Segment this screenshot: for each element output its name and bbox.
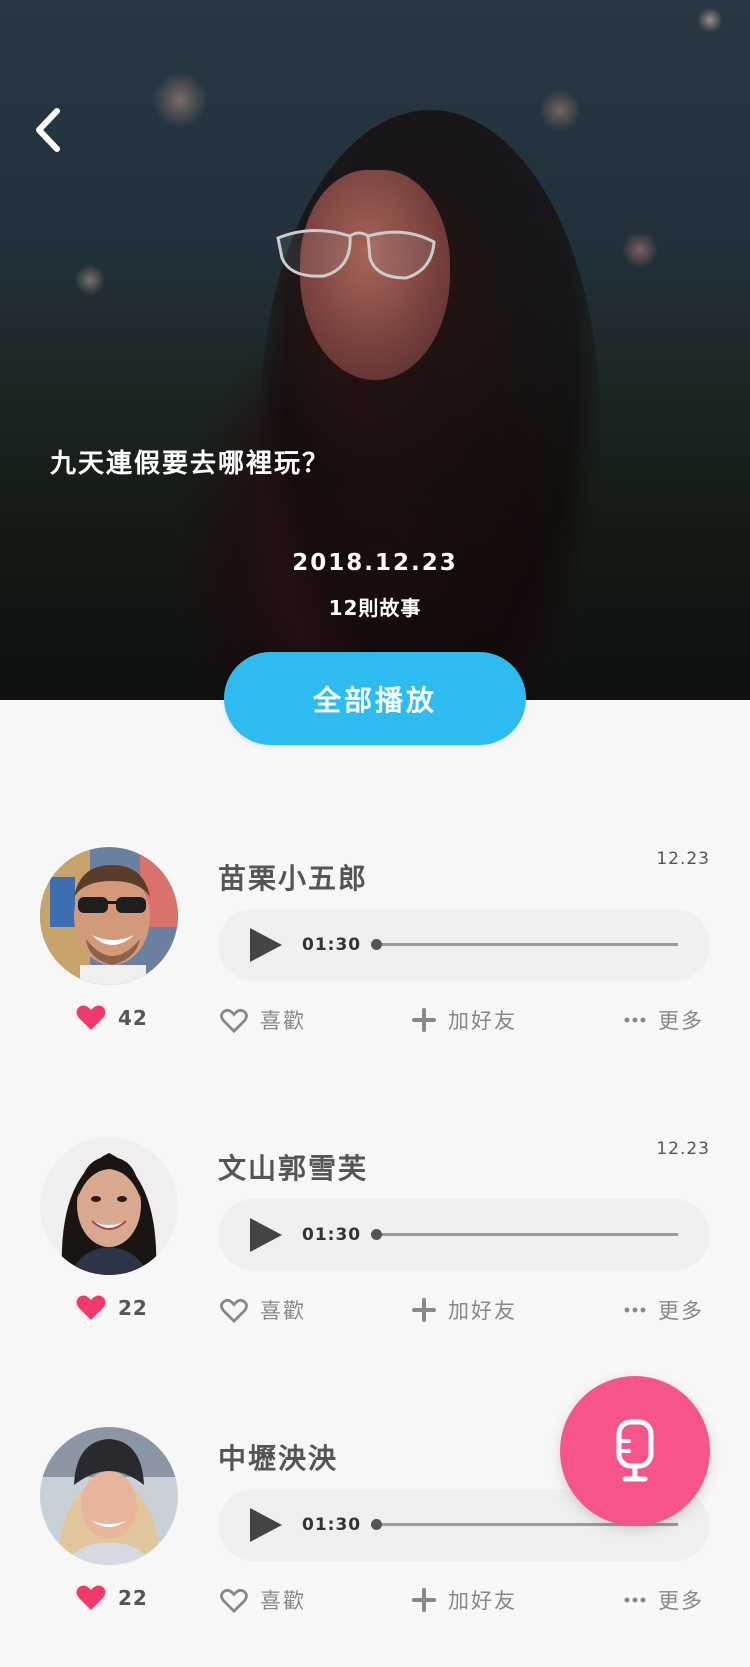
audio-duration: 01:30 — [302, 935, 362, 955]
record-button[interactable] — [560, 1376, 710, 1526]
audio-player: 01:30 — [218, 1199, 710, 1271]
story-date: 12.23 — [656, 1139, 710, 1159]
story-count: 12則故事 — [328, 596, 422, 620]
more-button[interactable]: 更多 — [624, 1005, 704, 1035]
page-title: 九天連假要去哪裡玩？ — [50, 449, 331, 479]
story-item: 文山郭雪芙 12.23 01:30 22 喜歡 加好友 更多 — [0, 1137, 750, 1377]
avatar[interactable] — [40, 1137, 178, 1275]
chevron-left-icon — [36, 108, 60, 152]
more-button[interactable]: 更多 — [624, 1585, 704, 1615]
play-icon[interactable] — [246, 925, 286, 965]
add-friend-label: 加好友 — [448, 1009, 517, 1033]
play-icon[interactable] — [246, 1215, 286, 1255]
more-label: 更多 — [658, 1299, 704, 1323]
add-friend-button[interactable]: 加好友 — [412, 1005, 517, 1035]
audio-progress-knob[interactable] — [371, 1229, 382, 1240]
hero-cover: 九天連假要去哪裡玩？ 2018.12.23 12則故事 — [0, 0, 750, 700]
like-count: 22 — [76, 1584, 148, 1611]
microphone-icon — [616, 1419, 654, 1482]
more-label: 更多 — [658, 1009, 704, 1033]
heart-filled-icon — [76, 1005, 106, 1030]
add-friend-button[interactable]: 加好友 — [412, 1585, 517, 1615]
heart-filled-icon — [76, 1585, 106, 1610]
ellipsis-icon — [624, 1597, 646, 1603]
ellipsis-icon — [624, 1017, 646, 1023]
audio-progress-knob[interactable] — [371, 939, 382, 950]
like-button[interactable]: 喜歡 — [220, 1295, 306, 1325]
hero-date: 2018.12.23 — [292, 550, 458, 576]
back-button[interactable] — [18, 100, 78, 160]
heart-outline-icon — [220, 1588, 248, 1613]
like-button[interactable]: 喜歡 — [220, 1585, 306, 1615]
audio-player: 01:30 — [218, 909, 710, 981]
plus-icon — [412, 1588, 436, 1612]
heart-filled-icon — [76, 1295, 106, 1320]
like-count: 22 — [76, 1294, 148, 1321]
play-all-button[interactable]: 全部播放 — [224, 652, 526, 745]
plus-icon — [412, 1008, 436, 1032]
audio-progress-track[interactable] — [371, 939, 678, 950]
story-date: 12.23 — [656, 849, 710, 869]
more-button[interactable]: 更多 — [624, 1295, 704, 1325]
avatar-image — [40, 847, 178, 985]
add-friend-button[interactable]: 加好友 — [412, 1295, 517, 1325]
author-name[interactable]: 文山郭雪芙 — [218, 1147, 368, 1187]
play-icon[interactable] — [246, 1505, 286, 1545]
plus-icon — [412, 1298, 436, 1322]
audio-duration: 01:30 — [302, 1515, 362, 1535]
author-name[interactable]: 苗栗小五郎 — [218, 857, 368, 897]
heart-outline-icon — [220, 1298, 248, 1323]
add-friend-label: 加好友 — [448, 1589, 517, 1613]
like-count: 42 — [76, 1004, 148, 1031]
avatar[interactable] — [40, 847, 178, 985]
avatar-image — [40, 1137, 178, 1275]
more-label: 更多 — [658, 1589, 704, 1613]
story-item: 苗栗小五郎 12.23 01:30 42 喜歡 加好友 更多 — [0, 847, 750, 1087]
like-label: 喜歡 — [260, 1299, 306, 1323]
like-count-value: 42 — [118, 1005, 148, 1030]
avatar[interactable] — [40, 1427, 178, 1565]
audio-progress-knob[interactable] — [371, 1519, 382, 1530]
add-friend-label: 加好友 — [448, 1299, 517, 1323]
like-label: 喜歡 — [260, 1009, 306, 1033]
heart-outline-icon — [220, 1008, 248, 1033]
ellipsis-icon — [624, 1307, 646, 1313]
like-label: 喜歡 — [260, 1589, 306, 1613]
like-count-value: 22 — [118, 1295, 148, 1320]
like-count-value: 22 — [118, 1585, 148, 1610]
audio-duration: 01:30 — [302, 1225, 362, 1245]
avatar-image — [40, 1427, 178, 1565]
like-button[interactable]: 喜歡 — [220, 1005, 306, 1035]
audio-progress-track[interactable] — [371, 1229, 678, 1240]
author-name[interactable]: 中壢泱泱 — [218, 1437, 338, 1477]
